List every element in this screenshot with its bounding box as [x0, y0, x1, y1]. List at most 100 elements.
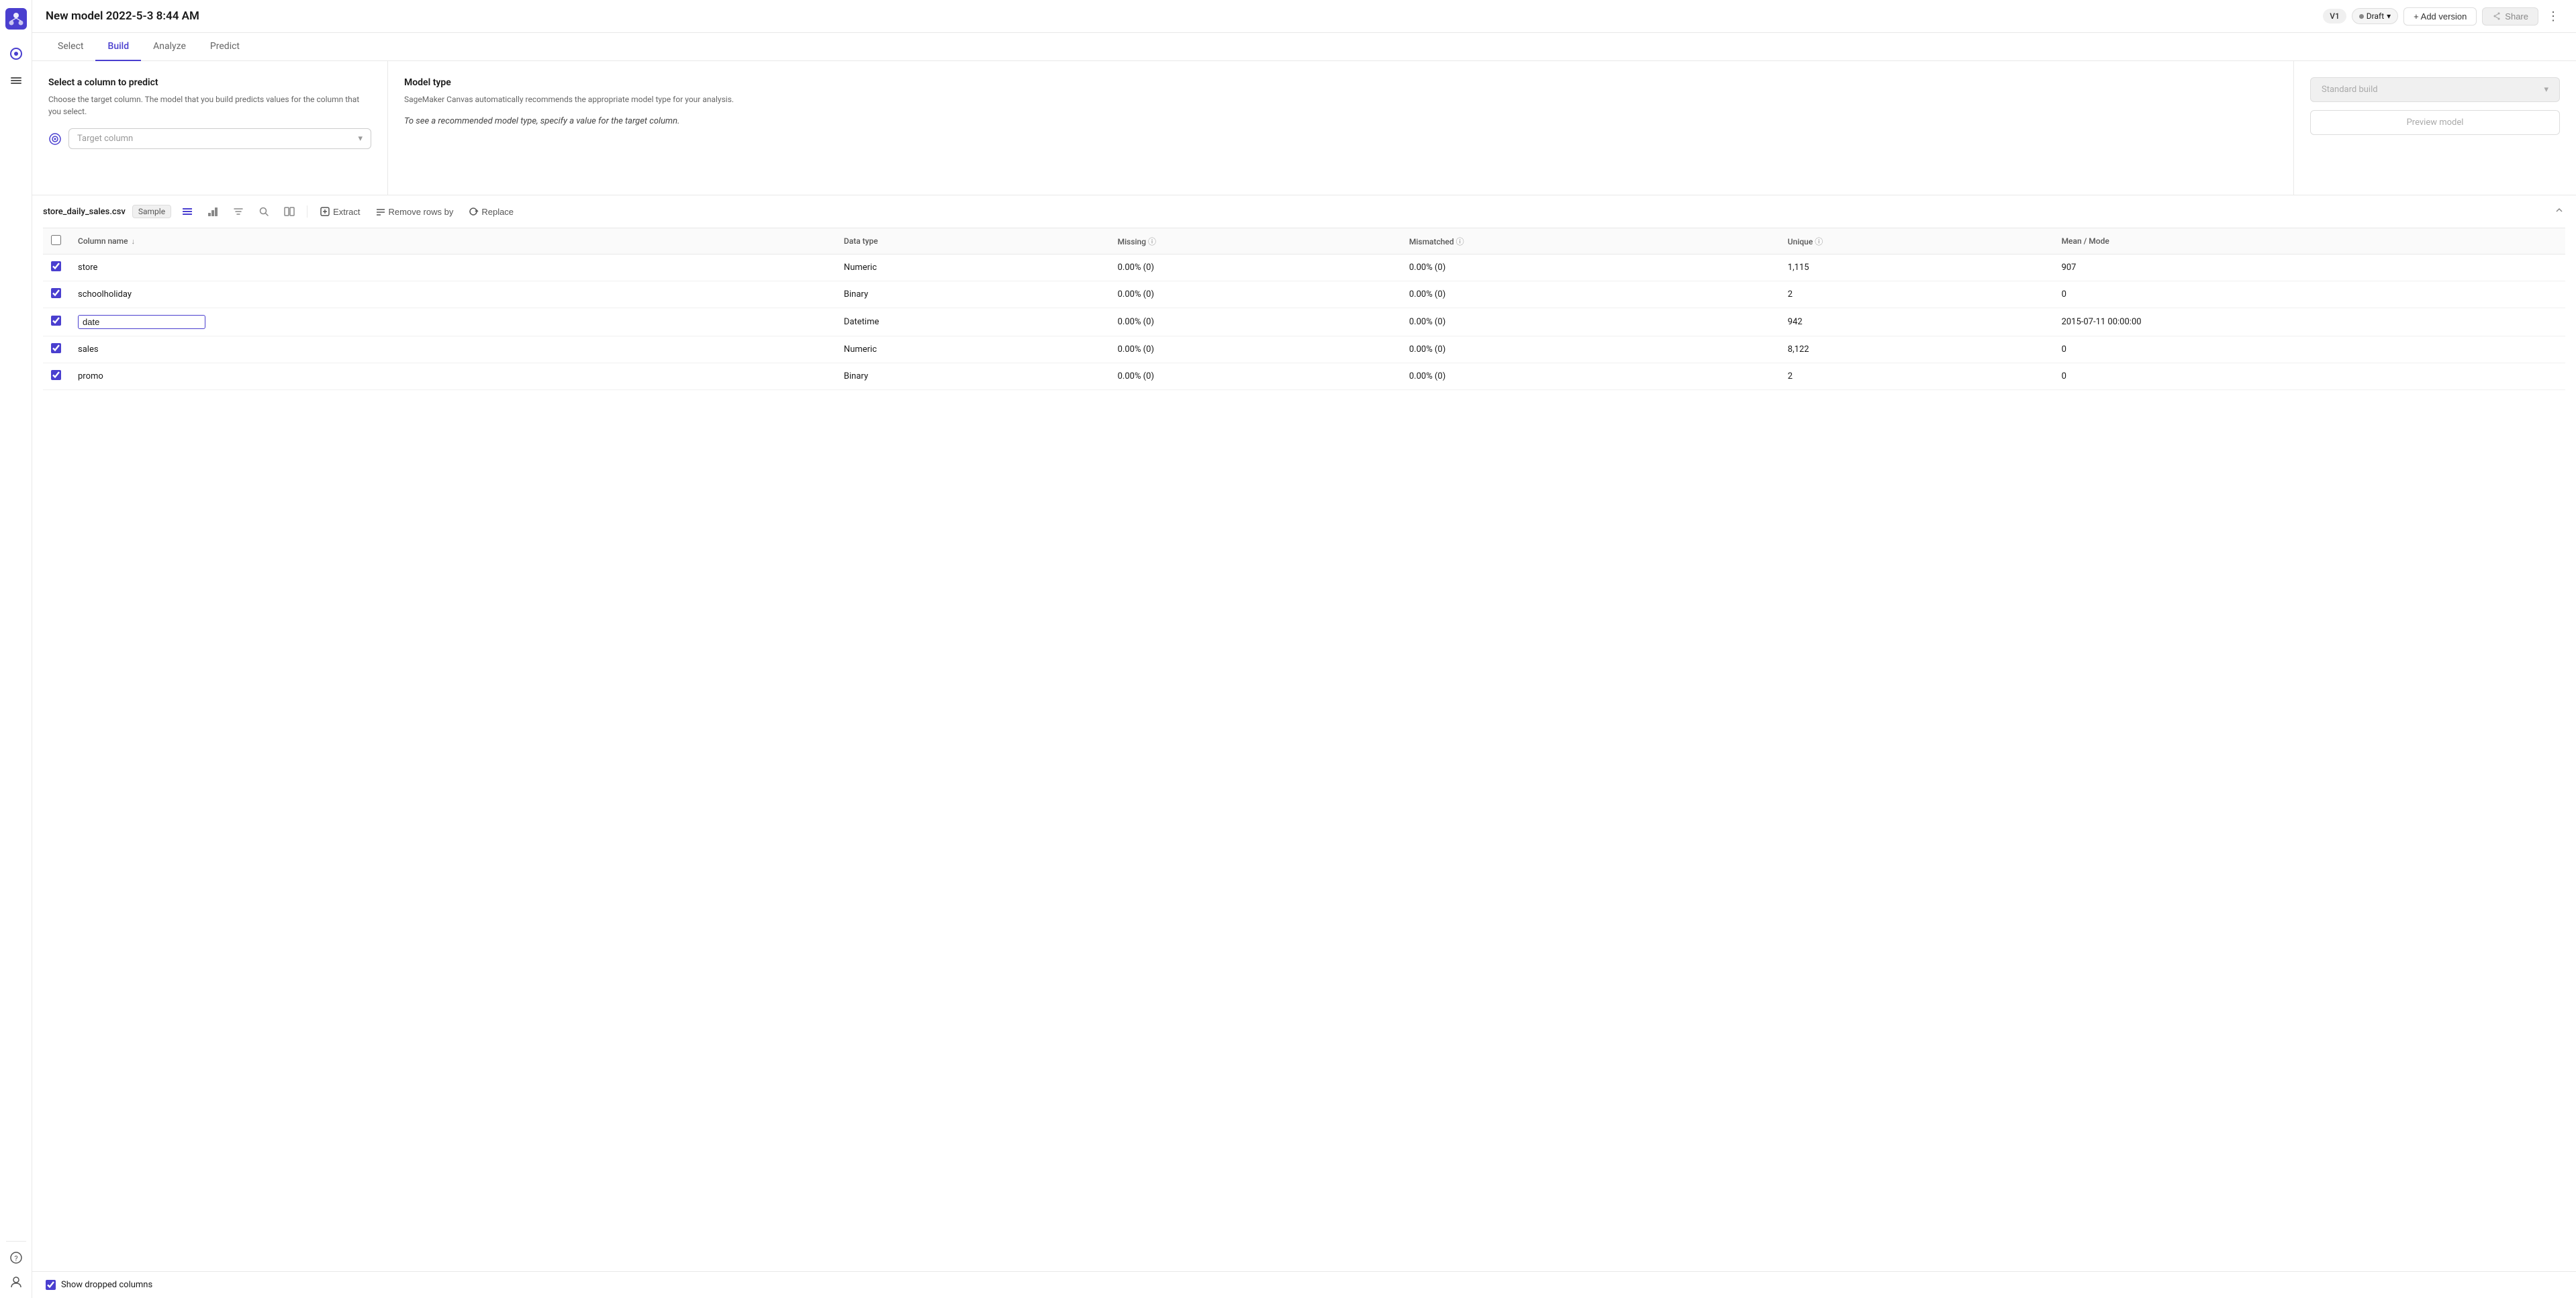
- col-name-0: store: [78, 263, 97, 273]
- mismatched-info-icon[interactable]: ⓘ: [1456, 237, 1464, 246]
- col-name-input-2[interactable]: [78, 315, 205, 329]
- table-header-row: Column name ↓ Data type Missing ⓘ Mismat…: [43, 228, 2565, 254]
- tab-analyze[interactable]: Analyze: [141, 33, 198, 61]
- table-row: schoolholiday Binary 0.00% (0) 0.00% (0)…: [43, 281, 2565, 308]
- remove-rows-button[interactable]: Remove rows by: [371, 203, 458, 220]
- th-data-type: Data type: [836, 228, 1110, 254]
- target-column-placeholder: Target column: [77, 134, 133, 144]
- sidebar-icon-activity[interactable]: [8, 46, 24, 62]
- cell-name-1: schoolholiday: [70, 281, 836, 308]
- filter-button[interactable]: [229, 203, 248, 220]
- target-column-chevron-icon: ▾: [358, 134, 363, 144]
- show-dropped-checkbox[interactable]: [46, 1280, 56, 1290]
- replace-icon: [468, 206, 479, 217]
- list-view-button[interactable]: [178, 203, 197, 220]
- collapse-button[interactable]: [2553, 204, 2565, 219]
- cell-data-type-3: Numeric: [836, 336, 1110, 363]
- extract-button[interactable]: Extract: [316, 203, 364, 220]
- data-table: Column name ↓ Data type Missing ⓘ Mismat…: [43, 228, 2565, 390]
- col-name-3: sales: [78, 344, 99, 355]
- replace-button[interactable]: Replace: [464, 203, 518, 220]
- cell-missing-2: 0.00% (0): [1110, 308, 1401, 336]
- tab-build[interactable]: Build: [95, 33, 141, 61]
- th-checkbox: [43, 228, 70, 254]
- data-toolbar: store_daily_sales.csv Sample: [43, 195, 2565, 228]
- sidebar-icon-menu[interactable]: [8, 73, 24, 89]
- preview-model-button[interactable]: Preview model: [2310, 110, 2560, 135]
- sample-badge: Sample: [132, 205, 171, 218]
- target-column-select[interactable]: Target column ▾: [68, 128, 371, 149]
- share-label: Share: [2505, 11, 2528, 21]
- header-actions: V1 Draft ▾ + Add version Share ⋮: [2323, 7, 2563, 26]
- cell-missing-4: 0.00% (0): [1110, 363, 1401, 390]
- th-missing: Missing ⓘ: [1110, 228, 1401, 254]
- row-checkbox-1[interactable]: [51, 288, 61, 298]
- cell-unique-4: 2: [1780, 363, 2054, 390]
- draft-badge[interactable]: Draft ▾: [2352, 8, 2398, 24]
- remove-rows-icon: [375, 206, 386, 217]
- row-checkbox-0[interactable]: [51, 261, 61, 271]
- add-version-button[interactable]: + Add version: [2403, 7, 2477, 26]
- draft-dot: [2359, 14, 2364, 19]
- row-checkbox-2[interactable]: [51, 316, 61, 326]
- tabs-bar: Select Build Analyze Predict: [32, 33, 2576, 61]
- cell-mismatched-1: 0.00% (0): [1401, 281, 1780, 308]
- tab-select[interactable]: Select: [46, 33, 95, 61]
- replace-label: Replace: [481, 207, 514, 217]
- draft-chevron-icon: ▾: [2387, 11, 2391, 21]
- table-row: Datetime 0.00% (0) 0.00% (0) 942 2015-07…: [43, 308, 2565, 336]
- predict-column-title: Select a column to predict: [48, 77, 371, 88]
- th-unique: Unique ⓘ: [1780, 228, 2054, 254]
- cell-mean-mode-2: 2015-07-11 00:00:00: [2054, 308, 2565, 336]
- columns-button[interactable]: [280, 203, 299, 220]
- sort-icon[interactable]: ↓: [132, 237, 136, 246]
- cell-checkbox-2: [43, 308, 70, 336]
- cell-unique-0: 1,115: [1780, 254, 2054, 281]
- sidebar-icon-help[interactable]: ?: [8, 1250, 24, 1266]
- collapse-icon: [2553, 204, 2565, 216]
- cell-checkbox-1: [43, 281, 70, 308]
- share-button[interactable]: Share: [2482, 7, 2538, 26]
- cell-mismatched-0: 0.00% (0): [1401, 254, 1780, 281]
- cell-mean-mode-0: 907: [2054, 254, 2565, 281]
- cell-mean-mode-3: 0: [2054, 336, 2565, 363]
- standard-build-button[interactable]: Standard build ▾: [2310, 77, 2560, 102]
- target-icon: [48, 132, 62, 146]
- cell-data-type-1: Binary: [836, 281, 1110, 308]
- predict-column-panel: Select a column to predict Choose the ta…: [32, 61, 388, 195]
- cell-name-2: [70, 308, 836, 336]
- model-type-title: Model type: [404, 77, 2277, 88]
- extract-label: Extract: [333, 207, 360, 217]
- table-row: promo Binary 0.00% (0) 0.00% (0) 2 0: [43, 363, 2565, 390]
- list-view-icon: [182, 206, 193, 217]
- chart-view-button[interactable]: [203, 203, 222, 220]
- search-button[interactable]: [254, 203, 273, 220]
- tab-predict[interactable]: Predict: [198, 33, 252, 61]
- select-all-checkbox[interactable]: [51, 235, 61, 245]
- th-column-name: Column name ↓: [70, 228, 836, 254]
- cell-missing-0: 0.00% (0): [1110, 254, 1401, 281]
- standard-build-label: Standard build: [2322, 85, 2378, 95]
- footer: Show dropped columns: [32, 1271, 2576, 1298]
- data-section: store_daily_sales.csv Sample: [32, 195, 2576, 390]
- cell-checkbox-3: [43, 336, 70, 363]
- model-type-desc: SageMaker Canvas automatically recommend…: [404, 93, 2277, 105]
- share-icon: [2492, 11, 2501, 21]
- cell-unique-3: 8,122: [1780, 336, 2054, 363]
- unique-info-icon[interactable]: ⓘ: [1815, 237, 1823, 246]
- main-content: New model 2022-5-3 8:44 AM V1 Draft ▾ + …: [32, 0, 2576, 1298]
- missing-info-icon[interactable]: ⓘ: [1148, 237, 1156, 246]
- row-checkbox-3[interactable]: [51, 343, 61, 353]
- more-menu-button[interactable]: ⋮: [2544, 7, 2563, 26]
- cell-mean-mode-4: 0: [2054, 363, 2565, 390]
- show-dropped-label: Show dropped columns: [61, 1280, 152, 1290]
- sidebar-icon-user[interactable]: [8, 1274, 24, 1290]
- table-row: store Numeric 0.00% (0) 0.00% (0) 1,115 …: [43, 254, 2565, 281]
- version-badge[interactable]: V1: [2323, 9, 2346, 24]
- cell-checkbox-4: [43, 363, 70, 390]
- model-type-note: To see a recommended model type, specify…: [404, 116, 2277, 126]
- cell-mean-mode-1: 0: [2054, 281, 2565, 308]
- row-checkbox-4[interactable]: [51, 370, 61, 380]
- cell-unique-2: 942: [1780, 308, 2054, 336]
- cell-data-type-0: Numeric: [836, 254, 1110, 281]
